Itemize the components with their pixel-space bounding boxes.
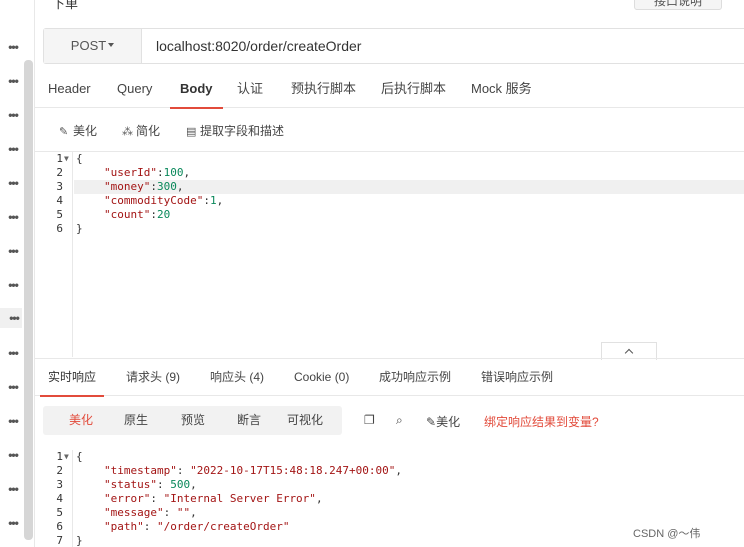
code-line: "path": "/order/createOrder" bbox=[104, 520, 290, 533]
tab-post-script[interactable]: 后执行脚本 bbox=[381, 70, 446, 108]
more-icon[interactable]: ••• bbox=[6, 211, 20, 223]
search-icon[interactable]: ⌕ bbox=[396, 413, 403, 428]
code-line: "userId":100, bbox=[104, 166, 191, 179]
extract-label: 提取字段和描述 bbox=[200, 124, 285, 138]
line-number: 3 bbox=[56, 478, 63, 491]
tree-icon: ⁂ bbox=[122, 126, 133, 138]
code-line: "count":20 bbox=[104, 208, 171, 221]
chevron-up-icon bbox=[624, 348, 634, 358]
code-line: { bbox=[76, 152, 83, 165]
line-number: 7 bbox=[56, 534, 63, 547]
code-line: "commodityCode":1, bbox=[104, 194, 224, 207]
url-bar: POST localhost:8020/order/createOrder bbox=[43, 28, 744, 64]
tab-pre-script[interactable]: 预执行脚本 bbox=[291, 70, 356, 108]
more-icon[interactable]: ••• bbox=[6, 347, 20, 359]
request-tabs: Header Query Body 认证 预执行脚本 后执行脚本 Mock 服务 bbox=[35, 70, 744, 109]
tab-auth[interactable]: 认证 bbox=[237, 70, 263, 108]
code-line: "message": "", bbox=[104, 506, 197, 519]
beautify-response-label: 美化 bbox=[436, 415, 461, 429]
extract-fields-button[interactable]: ▤ 提取字段和描述 bbox=[186, 122, 284, 139]
more-icon[interactable]: ••• bbox=[6, 143, 20, 155]
url-input[interactable]: localhost:8020/order/createOrder bbox=[156, 29, 361, 63]
more-icon[interactable]: ••• bbox=[6, 381, 20, 393]
bind-variable-link[interactable]: 绑定响应结果到变量? bbox=[484, 413, 599, 430]
view-preview[interactable]: 预览 bbox=[181, 406, 205, 435]
caret-down-icon bbox=[108, 43, 115, 47]
line-number: 1 bbox=[56, 450, 63, 463]
watermark: CSDN @～伟 bbox=[633, 528, 701, 540]
tab-live-response[interactable]: 实时响应 bbox=[39, 359, 105, 397]
view-mode-selector: 美化 原生 预览 断言 可视化 bbox=[43, 406, 342, 435]
tab-cookie[interactable]: Cookie (0) bbox=[294, 359, 349, 396]
brush-icon: ✎ bbox=[426, 415, 437, 429]
request-body-editor[interactable]: 1 ▼ 2 3 4 5 6 { "userId":100, "money":30… bbox=[35, 152, 744, 357]
line-number: 2 bbox=[56, 464, 63, 477]
view-beautify[interactable]: 美化 bbox=[69, 406, 93, 435]
document-icon: ▤ bbox=[186, 126, 197, 138]
view-raw[interactable]: 原生 bbox=[124, 406, 148, 435]
code-line: } bbox=[76, 222, 83, 235]
more-icon[interactable]: ••• bbox=[0, 308, 22, 328]
line-number: 4 bbox=[56, 492, 63, 505]
page-title: 下单 bbox=[52, 0, 79, 11]
sidebar-scrollbar[interactable] bbox=[24, 60, 33, 540]
response-tabs: 实时响应 请求头 (9) 响应头 (4) Cookie (0) 成功响应示例 错… bbox=[35, 358, 744, 397]
more-icon[interactable]: ••• bbox=[6, 279, 20, 291]
code-line: "error": "Internal Server Error", bbox=[104, 492, 323, 505]
copy-icon[interactable]: ❐ bbox=[364, 413, 375, 427]
more-icon[interactable]: ••• bbox=[6, 75, 20, 87]
code-line: "timestamp": "2022-10-17T15:48:18.247+00… bbox=[104, 464, 403, 477]
tab-query[interactable]: Query bbox=[117, 70, 152, 108]
more-icon[interactable]: ••• bbox=[6, 245, 20, 257]
fold-icon[interactable]: ▼ bbox=[64, 152, 69, 166]
simplify-button[interactable]: ⁂ 简化 bbox=[122, 122, 160, 139]
brush-icon: ✎ bbox=[59, 126, 69, 138]
tab-success-example[interactable]: 成功响应示例 bbox=[379, 359, 451, 396]
line-number: 5 bbox=[56, 208, 63, 221]
more-icon[interactable]: ••• bbox=[6, 177, 20, 189]
more-icon[interactable]: ••• bbox=[6, 449, 20, 461]
method-label: POST bbox=[70, 38, 107, 53]
line-number: 4 bbox=[56, 194, 63, 207]
more-icon[interactable]: ••• bbox=[6, 415, 20, 427]
sidebar: ••• ••• ••• ••• ••• ••• ••• ••• ••• ••• … bbox=[0, 0, 35, 547]
body-toolbar: ✎ 美化 ⁂ 简化 ▤ 提取字段和描述 bbox=[35, 108, 744, 152]
line-number: 6 bbox=[56, 222, 63, 235]
beautify-button[interactable]: ✎ 美化 bbox=[59, 122, 97, 139]
more-icon[interactable]: ••• bbox=[6, 109, 20, 121]
doc-button[interactable]: 接口说明 bbox=[634, 0, 722, 10]
tab-mock[interactable]: Mock 服务 bbox=[471, 70, 532, 108]
line-number: 2 bbox=[56, 166, 63, 179]
tab-error-example[interactable]: 错误响应示例 bbox=[481, 359, 553, 396]
tab-request-headers[interactable]: 请求头 (9) bbox=[126, 359, 180, 396]
code-line: } bbox=[76, 534, 83, 547]
tab-body[interactable]: Body bbox=[170, 70, 222, 109]
fold-icon[interactable]: ▼ bbox=[64, 450, 69, 464]
more-icon[interactable]: ••• bbox=[6, 517, 20, 529]
code-line: "money":300, bbox=[104, 180, 184, 193]
line-number: 6 bbox=[56, 520, 63, 533]
view-assert[interactable]: 断言 bbox=[237, 406, 261, 435]
simplify-label: 简化 bbox=[136, 124, 161, 138]
view-visualize[interactable]: 可视化 bbox=[287, 406, 323, 435]
more-icon[interactable]: ••• bbox=[6, 41, 20, 53]
code-line: "status": 500, bbox=[104, 478, 197, 491]
beautify-label: 美化 bbox=[73, 124, 98, 138]
line-number: 3 bbox=[56, 180, 63, 193]
tab-header[interactable]: Header bbox=[48, 70, 91, 108]
tab-response-headers[interactable]: 响应头 (4) bbox=[210, 359, 264, 396]
app-window: ••• ••• ••• ••• ••• ••• ••• ••• ••• ••• … bbox=[0, 0, 744, 547]
more-icon[interactable]: ••• bbox=[6, 483, 20, 495]
line-number: 5 bbox=[56, 506, 63, 519]
line-number: 1 bbox=[56, 152, 63, 165]
method-select[interactable]: POST bbox=[44, 29, 142, 63]
beautify-response-button[interactable]: ✎美化 bbox=[426, 413, 460, 430]
code-line: { bbox=[76, 450, 83, 463]
